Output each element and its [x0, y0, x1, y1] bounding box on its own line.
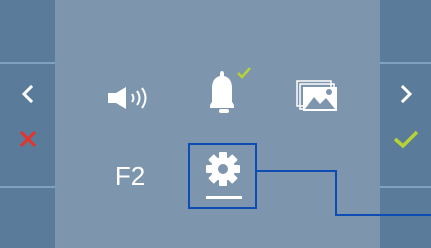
intercom-menu-screen: F2	[0, 0, 431, 248]
selection-connector-line	[257, 170, 431, 216]
